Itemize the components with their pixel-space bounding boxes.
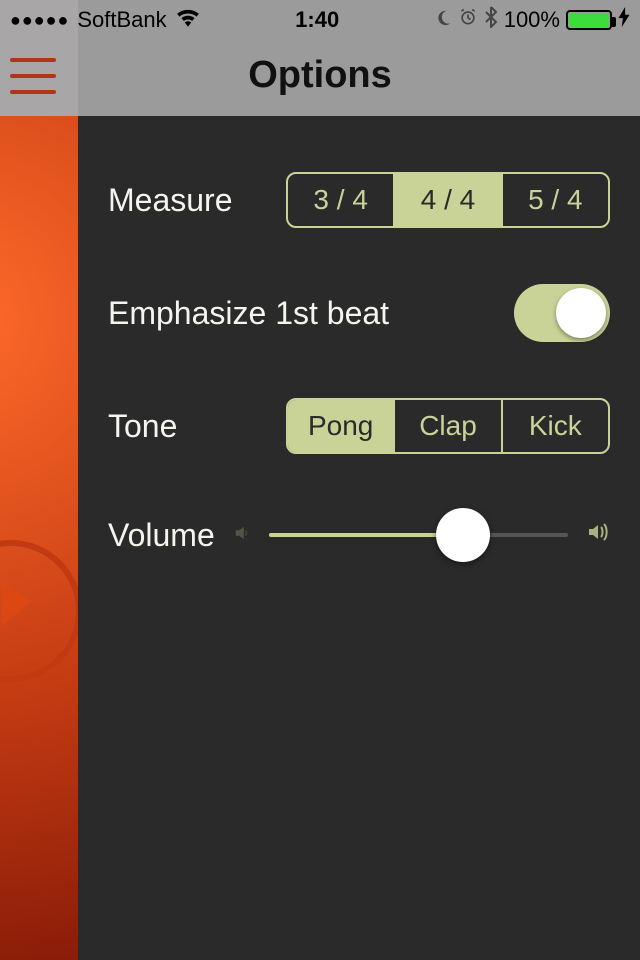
battery-pct: 100%	[504, 7, 560, 33]
volume-low-icon	[233, 524, 251, 547]
emphasize-toggle[interactable]	[514, 284, 610, 342]
carrier-label: SoftBank	[77, 7, 166, 33]
measure-label: Measure	[108, 182, 258, 219]
charging-icon	[618, 7, 630, 33]
options-panel: Measure 3 / 4 4 / 4 5 / 4 Emphasize 1st …	[78, 116, 640, 960]
signal-icon: ●●●●●	[10, 10, 69, 31]
slider-thumb[interactable]	[436, 508, 490, 562]
bluetooth-icon	[484, 6, 498, 34]
tone-option-kick[interactable]: Kick	[503, 400, 608, 452]
battery-icon	[566, 10, 612, 30]
clock: 1:40	[295, 7, 339, 33]
tone-option-clap[interactable]: Clap	[395, 400, 502, 452]
tone-option-pong[interactable]: Pong	[288, 400, 395, 452]
measure-segmented: 3 / 4 4 / 4 5 / 4	[286, 172, 610, 228]
volume-high-icon	[586, 520, 610, 550]
status-bar: ●●●●● SoftBank 1:40 100%	[0, 0, 640, 40]
moon-icon	[434, 7, 452, 33]
wifi-icon	[175, 7, 201, 33]
page-title: Options	[0, 54, 640, 97]
tone-segmented: Pong Clap Kick	[286, 398, 610, 454]
underlay-left-strip	[0, 0, 78, 960]
alarm-icon	[458, 7, 478, 33]
toggle-knob	[556, 288, 606, 338]
header: ●●●●● SoftBank 1:40 100%	[0, 0, 640, 116]
volume-label: Volume	[108, 517, 215, 554]
measure-option-5-4[interactable]: 5 / 4	[503, 174, 608, 226]
emphasize-label: Emphasize 1st beat	[108, 295, 389, 332]
play-icon	[2, 578, 30, 626]
volume-slider[interactable]	[269, 510, 568, 560]
measure-option-3-4[interactable]: 3 / 4	[288, 174, 395, 226]
tone-label: Tone	[108, 408, 258, 445]
measure-option-4-4[interactable]: 4 / 4	[395, 174, 502, 226]
